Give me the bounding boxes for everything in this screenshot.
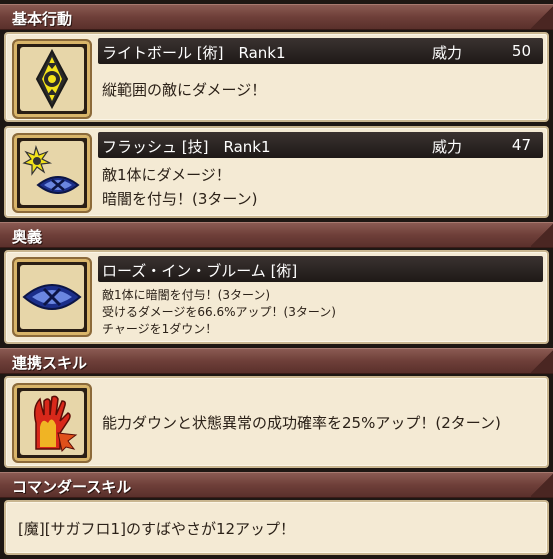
skill-card-flash[interactable]: フラッシュ [技] Rank1 威力 47 敵1体にダメージ！ 暗闇を付与！(3…	[4, 126, 549, 218]
section-title-commander: コマンダースキル	[12, 478, 132, 496]
power-label: 威力	[432, 44, 463, 62]
ougi-name: ローズ・イン・ブルーム [術]	[102, 262, 298, 280]
header-cap	[531, 223, 553, 247]
skill-name-bar: ローズ・イン・ブルーム [術]	[98, 256, 543, 282]
blind-eye-icon	[20, 265, 84, 329]
skill-description: 縦範囲の敵にダメージ！	[102, 78, 266, 102]
commander-description: [魔][サガフロ1]のすばやさが12アップ！	[18, 520, 296, 538]
skill-name-bar: ライトボール [術] Rank1 威力 50	[98, 38, 543, 64]
skill-description: 敵1体にダメージ！ 暗闇を付与！(3ターン)	[102, 163, 258, 211]
section-title-ougi: 奥義	[12, 228, 43, 246]
ougi-desc-line: 受けるダメージを66.6%アップ！(3ターン)	[102, 305, 336, 319]
section-header-basic: 基本行動	[0, 4, 553, 30]
skill-icon-frame	[12, 257, 92, 337]
power-value: 50	[511, 42, 531, 60]
light-ball-icon	[20, 47, 84, 111]
skill-card-light-ball[interactable]: ライトボール [術] Rank1 威力 50 縦範囲の敵にダメージ！	[4, 32, 549, 122]
skill-name-bar: フラッシュ [技] Rank1 威力 47	[98, 132, 543, 158]
ougi-description: 敵1体に暗闇を付与！(3ターン) 受けるダメージを66.6%アップ！(3ターン)…	[102, 287, 336, 338]
ougi-card[interactable]: ローズ・イン・ブルーム [術] 敵1体に暗闇を付与！(3ターン) 受けるダメージ…	[4, 250, 549, 344]
hand-flame-icon	[20, 391, 84, 455]
header-cap	[531, 473, 553, 497]
skill-desc-line: 縦範囲の敵にダメージ！	[102, 81, 267, 99]
flash-icon	[20, 141, 84, 205]
section-header-renkei: 連携スキル	[0, 348, 553, 374]
header-cap	[531, 349, 553, 373]
section-header-commander: コマンダースキル	[0, 472, 553, 498]
ougi-desc-line: チャージを1ダウン！	[102, 322, 218, 336]
skill-icon-frame	[12, 133, 92, 213]
skill-name: ライトボール [術] Rank1	[102, 44, 286, 62]
commander-card[interactable]: [魔][サガフロ1]のすばやさが12アップ！	[4, 500, 549, 555]
section-title-renkei: 連携スキル	[12, 354, 88, 372]
renkei-card[interactable]: 能力ダウンと状態異常の成功確率を25%アップ！(2ターン)	[4, 376, 549, 468]
skill-icon-frame	[12, 383, 92, 463]
skill-desc-line: 敵1体にダメージ！	[102, 166, 231, 184]
section-header-ougi: 奥義	[0, 222, 553, 248]
skill-name: フラッシュ [技] Rank1	[102, 138, 271, 156]
power-value: 47	[511, 136, 531, 154]
renkei-description: 能力ダウンと状態異常の成功確率を25%アップ！(2ターン)	[102, 414, 501, 432]
skill-desc-line: 暗闇を付与！(3ターン)	[102, 190, 258, 208]
power-label: 威力	[432, 138, 463, 156]
section-title-basic: 基本行動	[12, 10, 73, 28]
header-cap	[531, 5, 553, 29]
ougi-desc-line: 敵1体に暗闇を付与！(3ターン)	[102, 288, 271, 302]
skill-icon-frame	[12, 39, 92, 119]
